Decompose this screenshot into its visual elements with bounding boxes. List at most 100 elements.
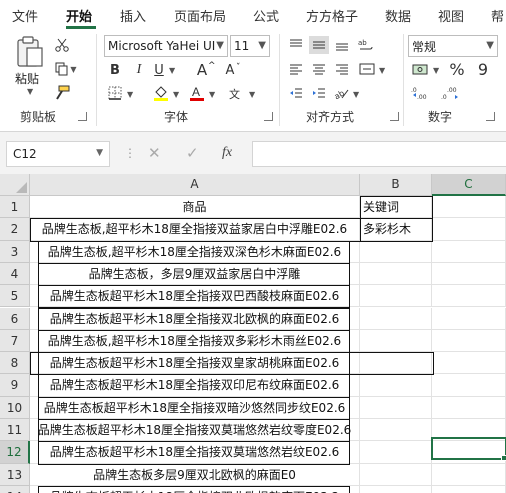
align-middle-button[interactable] — [309, 36, 329, 54]
cell-c-4[interactable] — [432, 262, 506, 286]
fill-handle[interactable] — [501, 455, 506, 461]
paste-dropdown-icon[interactable]: ▼ — [27, 87, 33, 96]
clipboard-launcher-icon[interactable] — [78, 112, 87, 121]
row-header[interactable]: 6 — [0, 307, 30, 330]
underline-dropdown-icon[interactable]: ▼ — [169, 66, 175, 75]
orientation-dropdown-icon[interactable]: ▼ — [353, 90, 359, 99]
align-left-button[interactable] — [286, 60, 306, 78]
row-header[interactable]: 7 — [0, 329, 30, 353]
menu-help[interactable]: 帮 — [491, 6, 504, 25]
cell-a-1[interactable]: 商品 — [30, 196, 360, 219]
column-header-c[interactable]: C — [432, 174, 506, 196]
cell-a-13[interactable]: 品牌生态板多层9厘双北欧枫的麻面E0 — [30, 463, 360, 486]
cell-b-5[interactable] — [360, 285, 432, 308]
cell-b-10[interactable] — [360, 396, 432, 419]
currency-button[interactable] — [410, 60, 432, 80]
font-color-dropdown-icon[interactable]: ▼ — [209, 90, 215, 99]
cell-b-6[interactable] — [360, 307, 432, 330]
cell-c-10[interactable] — [432, 396, 506, 419]
increase-decimal-button[interactable]: .0.00 — [410, 84, 432, 102]
row-header[interactable]: 10 — [0, 396, 30, 419]
phonetic-dropdown-icon[interactable]: ▼ — [249, 90, 255, 99]
cell-c-9[interactable] — [432, 374, 506, 397]
chevron-down-icon[interactable]: ▼ — [96, 148, 103, 158]
underline-button[interactable]: U — [152, 60, 166, 80]
insert-function-button[interactable]: fx — [222, 145, 232, 161]
cell-c-13[interactable] — [432, 463, 506, 486]
cell-c-2[interactable] — [432, 218, 506, 241]
menu-home[interactable]: 开始 — [66, 6, 92, 25]
row-header[interactable]: 2 — [0, 218, 30, 241]
italic-button[interactable]: I — [130, 60, 148, 80]
copy-dropdown-icon[interactable]: ▼ — [70, 65, 76, 74]
menu-file[interactable]: 文件 — [12, 6, 38, 25]
borders-dropdown-icon[interactable]: ▼ — [127, 90, 133, 99]
cell-b-11[interactable] — [360, 419, 432, 442]
row-header[interactable]: 12 — [0, 441, 30, 464]
row-header[interactable]: 3 — [0, 240, 30, 263]
menu-insert[interactable]: 插入 — [120, 6, 146, 25]
menu-view[interactable]: 视图 — [438, 6, 464, 25]
cell-b-3[interactable] — [360, 240, 432, 263]
cancel-icon[interactable]: ✕ — [148, 144, 161, 162]
font-launcher-icon[interactable] — [264, 112, 273, 121]
decrease-decimal-button[interactable]: .00.0 — [440, 84, 462, 102]
cell-c-3[interactable] — [432, 240, 506, 263]
cell-c-1[interactable] — [432, 196, 506, 219]
increase-indent-button[interactable] — [309, 84, 329, 102]
font-color-button[interactable]: A — [188, 84, 206, 102]
cell-b-7[interactable] — [360, 329, 432, 353]
column-header-b[interactable]: B — [360, 174, 432, 196]
currency-dropdown-icon[interactable]: ▼ — [433, 66, 439, 75]
cut-button[interactable] — [52, 36, 72, 54]
row-header[interactable]: 1 — [0, 196, 30, 219]
merge-dropdown-icon[interactable]: ▼ — [379, 66, 385, 75]
cell-c-6[interactable] — [432, 307, 506, 330]
row-header[interactable]: 14 — [0, 485, 30, 493]
cell-c-7[interactable] — [432, 329, 506, 353]
menu-data[interactable]: 数据 — [385, 6, 411, 25]
font-size-select[interactable]: 11 ▼ — [230, 35, 270, 57]
cell-b-9[interactable] — [360, 374, 432, 397]
cell-b-13[interactable] — [360, 463, 432, 486]
borders-button[interactable] — [106, 84, 124, 102]
cell-b-12[interactable] — [360, 441, 432, 464]
enter-check-icon[interactable]: ✓ — [186, 144, 199, 162]
format-painter-button[interactable] — [52, 84, 72, 102]
menu-formulas[interactable]: 公式 — [253, 6, 279, 25]
cell-c-14[interactable] — [432, 485, 506, 493]
cell-c-5[interactable] — [432, 285, 506, 308]
row-header[interactable]: 11 — [0, 419, 30, 442]
number-format-select[interactable]: 常规 ▼ — [408, 35, 498, 57]
fill-color-dropdown-icon[interactable]: ▼ — [173, 90, 179, 99]
align-top-button[interactable] — [286, 36, 306, 54]
wrap-text-button[interactable]: ab — [356, 36, 376, 54]
cell-b-14[interactable] — [360, 485, 432, 493]
formula-input[interactable] — [252, 141, 506, 167]
fill-color-button[interactable] — [152, 84, 170, 102]
align-bottom-button[interactable] — [332, 36, 352, 54]
merge-center-button[interactable] — [356, 60, 378, 78]
row-header[interactable]: 9 — [0, 374, 30, 397]
bold-button[interactable]: B — [106, 60, 124, 80]
font-name-select[interactable]: Microsoft YaHei UI ▼ — [104, 35, 228, 57]
name-box[interactable]: C12 ▼ — [6, 141, 110, 167]
comma-style-button[interactable]: 9 — [474, 59, 492, 79]
row-header[interactable]: 4 — [0, 262, 30, 286]
percent-button[interactable]: % — [448, 59, 466, 79]
number-launcher-icon[interactable] — [486, 112, 495, 121]
paste-button[interactable] — [14, 36, 46, 70]
menu-page-layout[interactable]: 页面布局 — [174, 6, 226, 25]
row-header[interactable]: 13 — [0, 463, 30, 486]
copy-button[interactable]: ▼ — [52, 60, 80, 78]
cell-c-8[interactable] — [432, 352, 506, 375]
column-header-a[interactable]: A — [30, 174, 360, 196]
select-all-button[interactable] — [0, 174, 30, 196]
paste-label[interactable]: 粘贴 — [15, 70, 39, 87]
alignment-launcher-icon[interactable] — [390, 112, 399, 121]
selected-cell-c12[interactable] — [431, 437, 506, 460]
orientation-button[interactable]: ab — [332, 84, 352, 102]
align-right-button[interactable] — [332, 60, 352, 78]
row-header[interactable]: 5 — [0, 285, 30, 308]
cell-b-4[interactable] — [360, 262, 432, 286]
